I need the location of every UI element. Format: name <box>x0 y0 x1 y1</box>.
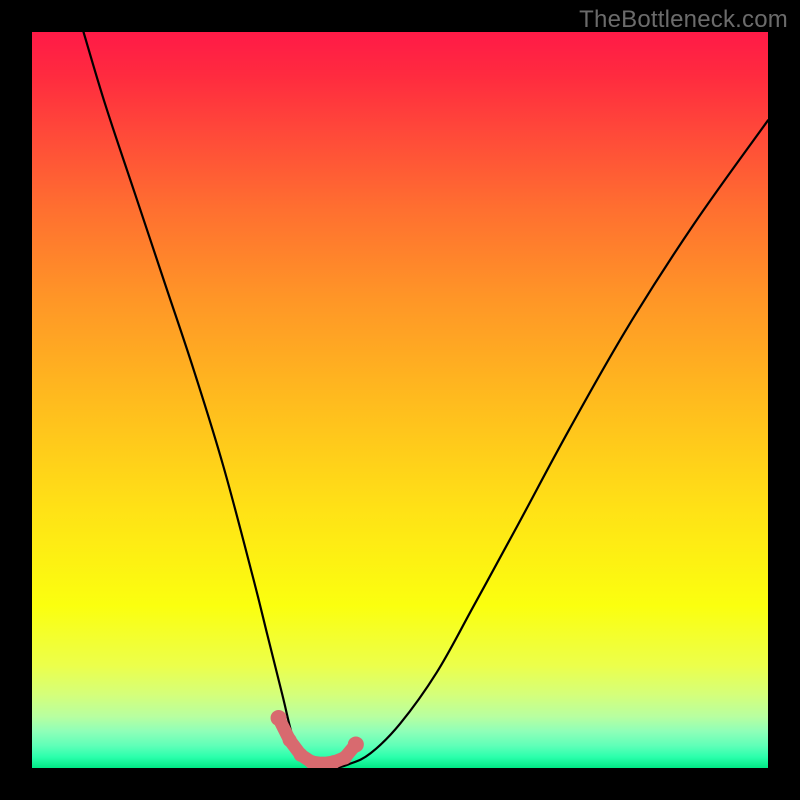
valley-markers-group <box>271 710 364 768</box>
valley-marker <box>283 733 297 747</box>
plot-area <box>32 32 768 768</box>
curve-layer <box>32 32 768 768</box>
bottleneck-curve <box>84 32 768 768</box>
chart-frame: TheBottleneck.com <box>0 0 800 800</box>
valley-marker <box>348 736 364 752</box>
valley-marker <box>271 710 287 726</box>
watermark-text: TheBottleneck.com <box>579 6 788 34</box>
valley-marker <box>338 751 352 765</box>
